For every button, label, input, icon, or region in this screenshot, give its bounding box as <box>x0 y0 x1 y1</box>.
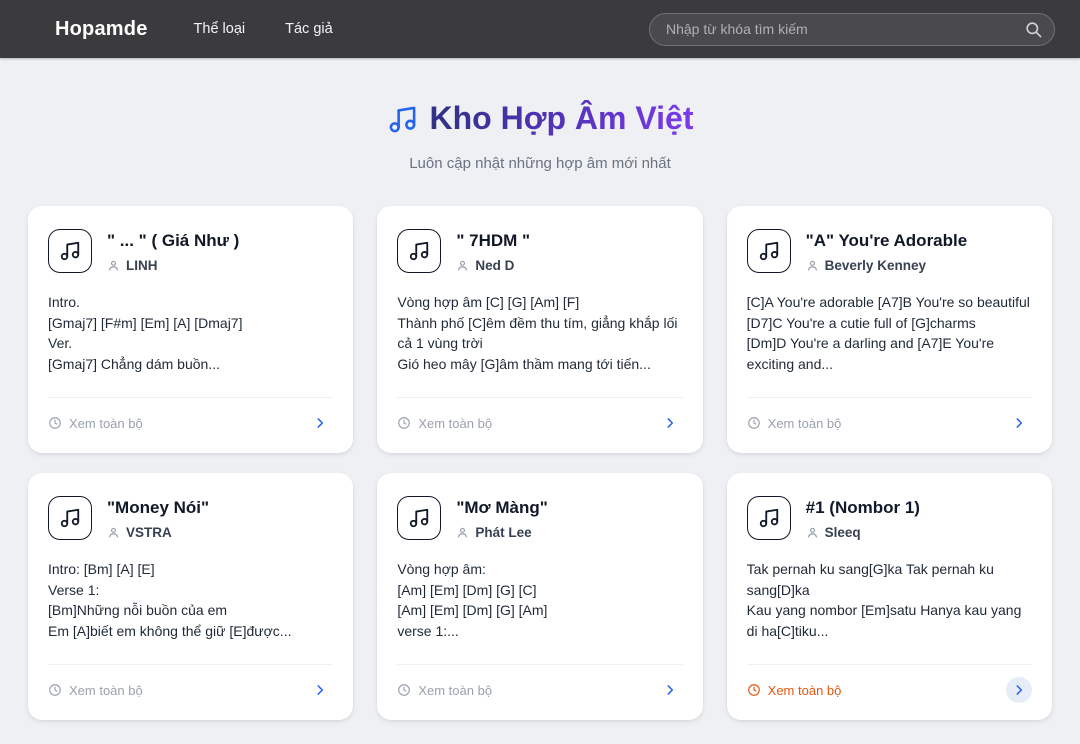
view-full-link[interactable]: Xem toàn bộ <box>48 416 143 431</box>
song-title[interactable]: " ... " ( Giá Như ) <box>107 230 239 251</box>
artist-name: Phát Lee <box>475 525 531 540</box>
card-title-block: "Mơ Màng" Phát Lee <box>456 496 547 540</box>
person-icon <box>107 526 120 539</box>
card-title-block: #1 (Nombor 1) Sleeq <box>806 496 920 540</box>
clock-icon <box>397 683 411 697</box>
artist-row: Ned D <box>456 258 530 273</box>
song-title[interactable]: "A" You're Adorable <box>806 230 968 251</box>
chevron-right-icon[interactable] <box>1006 410 1032 436</box>
song-card[interactable]: " 7HDM " Ned D Vòng hợp âm [C] [G] [Am] … <box>377 206 702 453</box>
view-full-link[interactable]: Xem toàn bộ <box>747 683 842 698</box>
song-card[interactable]: " ... " ( Giá Như ) LINH Intro. [Gmaj7] … <box>28 206 353 453</box>
clock-icon <box>747 416 761 430</box>
card-title-block: "A" You're Adorable Beverly Kenney <box>806 229 968 273</box>
chord-preview: Intro: [Bm] [A] [E] Verse 1: [Bm]Những n… <box>48 559 333 641</box>
view-full-label: Xem toàn bộ <box>768 416 842 431</box>
view-full-link[interactable]: Xem toàn bộ <box>747 416 842 431</box>
card-footer: Xem toàn bộ <box>747 397 1032 436</box>
artist-row: LINH <box>107 258 239 273</box>
chevron-right-icon[interactable] <box>1006 677 1032 703</box>
artist-name: Sleeq <box>825 525 861 540</box>
search-icon[interactable] <box>1024 20 1043 39</box>
chord-preview: Intro. [Gmaj7] [F#m] [Em] [A] [Dmaj7] Ve… <box>48 292 333 374</box>
view-full-link[interactable]: Xem toàn bộ <box>397 416 492 431</box>
clock-icon <box>747 683 761 697</box>
card-footer: Xem toàn bộ <box>48 664 333 703</box>
artist-row: VSTRA <box>107 525 209 540</box>
card-header: "Mơ Màng" Phát Lee <box>397 496 682 540</box>
chevron-right-icon[interactable] <box>657 677 683 703</box>
artist-name: LINH <box>126 258 158 273</box>
music-note-icon <box>747 229 791 273</box>
card-footer: Xem toàn bộ <box>747 664 1032 703</box>
card-header: " 7HDM " Ned D <box>397 229 682 273</box>
song-card[interactable]: "Mơ Màng" Phát Lee Vòng hợp âm: [Am] [Em… <box>377 473 702 720</box>
search-box <box>649 13 1055 46</box>
music-note-icon <box>747 496 791 540</box>
main-nav: Thể loại Tác giả <box>194 21 333 37</box>
song-card-grid: " ... " ( Giá Như ) LINH Intro. [Gmaj7] … <box>28 206 1052 720</box>
view-full-label: Xem toàn bộ <box>418 416 492 431</box>
chord-preview: [C]A You're adorable [A7]B You're so bea… <box>747 292 1032 374</box>
search-input[interactable] <box>649 13 1055 46</box>
view-full-link[interactable]: Xem toàn bộ <box>48 683 143 698</box>
top-navigation-bar: Hopamde Thể loại Tác giả <box>0 0 1080 58</box>
person-icon <box>456 526 469 539</box>
person-icon <box>456 259 469 272</box>
page-subtitle: Luôn cập nhật những hợp âm mới nhất <box>0 155 1080 172</box>
clock-icon <box>48 683 62 697</box>
artist-row: Phát Lee <box>456 525 547 540</box>
view-full-label: Xem toàn bộ <box>418 683 492 698</box>
card-header: " ... " ( Giá Như ) LINH <box>48 229 333 273</box>
song-title[interactable]: "Money Nói" <box>107 497 209 518</box>
music-note-icon <box>48 496 92 540</box>
clock-icon <box>397 416 411 430</box>
music-note-icon <box>387 104 418 135</box>
card-header: "Money Nói" VSTRA <box>48 496 333 540</box>
song-title[interactable]: "Mơ Màng" <box>456 497 547 518</box>
music-note-icon <box>48 229 92 273</box>
song-title[interactable]: " 7HDM " <box>456 230 530 251</box>
song-card[interactable]: #1 (Nombor 1) Sleeq Tak pernah ku sang[G… <box>727 473 1052 720</box>
hero-section: Kho Hợp Âm Việt Luôn cập nhật những hợp … <box>0 100 1080 172</box>
artist-name: Beverly Kenney <box>825 258 926 273</box>
artist-row: Beverly Kenney <box>806 258 968 273</box>
chevron-right-icon[interactable] <box>307 677 333 703</box>
view-full-label: Xem toàn bộ <box>69 683 143 698</box>
person-icon <box>806 526 819 539</box>
chord-preview: Tak pernah ku sang[G]ka Tak pernah ku sa… <box>747 559 1032 641</box>
music-note-icon <box>397 496 441 540</box>
song-card[interactable]: "Money Nói" VSTRA Intro: [Bm] [A] [E] Ve… <box>28 473 353 720</box>
card-footer: Xem toàn bộ <box>48 397 333 436</box>
person-icon <box>107 259 120 272</box>
view-full-label: Xem toàn bộ <box>768 683 842 698</box>
music-note-icon <box>397 229 441 273</box>
page-title-text: Kho Hợp Âm Việt <box>430 100 694 137</box>
chord-preview: Vòng hợp âm [C] [G] [Am] [F] Thành phố [… <box>397 292 682 374</box>
artist-row: Sleeq <box>806 525 920 540</box>
song-card[interactable]: "A" You're Adorable Beverly Kenney [C]A … <box>727 206 1052 453</box>
artist-name: VSTRA <box>126 525 172 540</box>
site-logo[interactable]: Hopamde <box>55 18 148 41</box>
card-header: "A" You're Adorable Beverly Kenney <box>747 229 1032 273</box>
chord-preview: Vòng hợp âm: [Am] [Em] [Dm] [G] [C] [Am]… <box>397 559 682 641</box>
nav-item-the-loai[interactable]: Thể loại <box>194 21 246 37</box>
view-full-label: Xem toàn bộ <box>69 416 143 431</box>
artist-name: Ned D <box>475 258 514 273</box>
page-title: Kho Hợp Âm Việt <box>387 100 694 137</box>
person-icon <box>806 259 819 272</box>
nav-item-tac-gia[interactable]: Tác giả <box>285 21 333 37</box>
chevron-right-icon[interactable] <box>657 410 683 436</box>
chevron-right-icon[interactable] <box>307 410 333 436</box>
card-footer: Xem toàn bộ <box>397 664 682 703</box>
card-title-block: " ... " ( Giá Như ) LINH <box>107 229 239 273</box>
clock-icon <box>48 416 62 430</box>
card-header: #1 (Nombor 1) Sleeq <box>747 496 1032 540</box>
view-full-link[interactable]: Xem toàn bộ <box>397 683 492 698</box>
song-title[interactable]: #1 (Nombor 1) <box>806 497 920 518</box>
card-footer: Xem toàn bộ <box>397 397 682 436</box>
card-title-block: "Money Nói" VSTRA <box>107 496 209 540</box>
card-title-block: " 7HDM " Ned D <box>456 229 530 273</box>
